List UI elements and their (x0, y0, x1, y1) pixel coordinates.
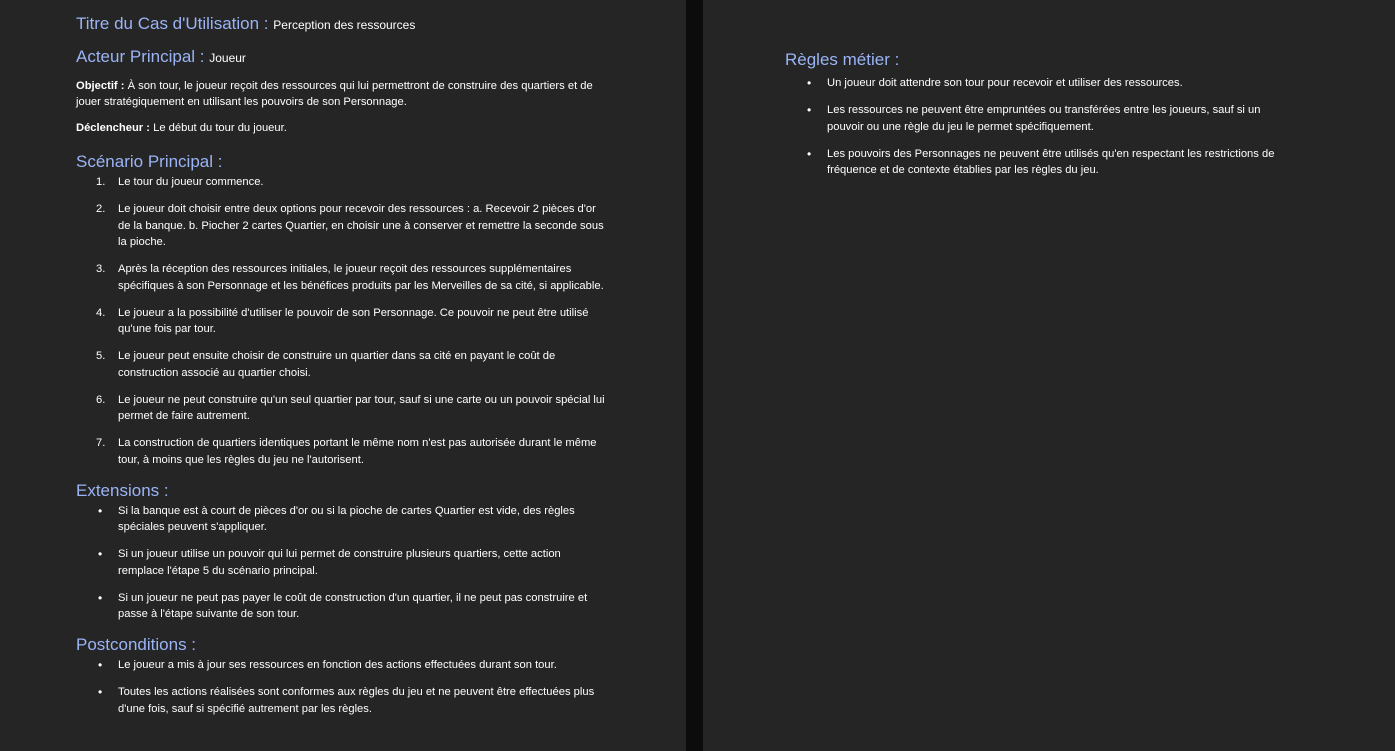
list-item: • Si la banque est à court de pièces d'or… (76, 503, 606, 536)
list-item: 2. Le joueur doit choisir entre deux opti… (76, 201, 606, 251)
primary-actor-label: Acteur Principal : (76, 47, 205, 66)
list-item-text: Toutes les actions réalisées sont confor… (118, 686, 595, 715)
primary-actor-value: Joueur (209, 51, 246, 65)
list-item-text: Après la réception des ressources initia… (118, 263, 604, 292)
list-item: • Le joueur a mis à jour ses ressources e… (76, 657, 606, 674)
postconditions-list: • Le joueur a mis à jour ses ressources e… (76, 657, 686, 717)
list-item: 6. Le joueur ne peut construire qu'un seu… (76, 392, 606, 425)
trigger-text: Le début du tour du joueur. (153, 122, 287, 134)
list-item-text: Le joueur doit choisir entre deux option… (118, 203, 604, 248)
business-rules-heading: Règles métier : (785, 50, 900, 69)
list-item: • Si un joueur ne peut pas payer le coût … (76, 590, 606, 623)
postconditions-heading: Postconditions : (76, 635, 197, 654)
list-number: 3. (96, 263, 106, 275)
objective-paragraph: Objectif : À son tour, le joueur reçoit … (76, 78, 606, 110)
bullet-icon: • (98, 685, 103, 699)
list-number: 6. (96, 393, 106, 406)
list-item: 5. Le joueur peut ensuite choisir de cons… (76, 348, 606, 381)
list-number: 4. (96, 306, 106, 319)
list-item-text: Un joueur doit attendre son tour pour re… (827, 77, 1183, 89)
extensions-list: • Si la banque est à court de pièces d'or… (76, 503, 686, 623)
list-item: 4. Le joueur a la possibilité d'utiliser … (76, 305, 606, 338)
list-number: 1. (96, 176, 106, 188)
list-item-text: Le tour du joueur commence. (118, 176, 264, 188)
list-item-text: Si un joueur utilise un pouvoir qui lui … (118, 548, 561, 577)
extensions-heading: Extensions : (76, 480, 169, 500)
list-item-text: Si un joueur ne peut pas payer le coût d… (118, 591, 588, 621)
list-number: 2. (96, 203, 106, 215)
objective-label: Objectif : (76, 80, 125, 92)
use-case-title-value: Perception des ressources (273, 18, 416, 32)
list-item-text: La construction de quartiers identiques … (118, 437, 597, 466)
list-item: • Les pouvoirs des Personnages ne peuvent… (785, 146, 1297, 179)
bullet-icon: • (98, 590, 103, 605)
document-page-left: Titre du Cas d'Utilisation : Perception … (0, 0, 686, 751)
list-item-text: Les ressources ne peuvent être empruntée… (827, 104, 1261, 133)
list-item-text: Si la banque est à court de pièces d'or … (118, 504, 575, 534)
list-item-text: Le joueur a la possibilité d'utiliser le… (118, 306, 589, 336)
use-case-title-label: Titre du Cas d'Utilisation : (76, 14, 269, 33)
primary-actor: Acteur Principal : Joueur (76, 45, 686, 70)
list-item-text: Le joueur peut ensuite choisir de constr… (118, 350, 556, 379)
list-number: 5. (96, 350, 106, 362)
list-item: 7. La construction de quartiers identique… (76, 435, 606, 468)
list-item: • Toutes les actions réalisées sont confo… (76, 684, 606, 717)
list-item-text: Les pouvoirs des Personnages ne peuvent … (827, 147, 1275, 177)
list-number: 7. (96, 437, 106, 449)
bullet-icon: • (98, 503, 103, 518)
bullet-icon: • (807, 103, 812, 117)
use-case-title: Titre du Cas d'Utilisation : Perception … (76, 12, 686, 37)
list-item-text: Le joueur ne peut construire qu'un seul … (118, 393, 605, 423)
list-item-text: Le joueur a mis à jour ses ressources en… (118, 659, 557, 671)
list-item: 3. Après la réception des ressources init… (76, 261, 606, 294)
list-item: 1. Le tour du joueur commence. (76, 174, 606, 191)
list-item: • Les ressources ne peuvent être emprunté… (785, 102, 1297, 135)
bullet-icon: • (98, 547, 103, 561)
main-scenario-heading: Scénario Principal : (76, 152, 223, 171)
bullet-icon: • (807, 76, 812, 90)
list-item: • Si un joueur utilise un pouvoir qui lui… (76, 546, 606, 579)
list-item: • Un joueur doit attendre son tour pour r… (785, 75, 1297, 92)
trigger-label: Déclencheur : (76, 122, 150, 134)
business-rules-list: • Un joueur doit attendre son tour pour r… (785, 75, 1395, 179)
document-page-right: Règles métier : • Un joueur doit attendre… (703, 0, 1395, 751)
bullet-icon: • (98, 658, 103, 672)
main-scenario-list: 1. Le tour du joueur commence. 2. Le joueu… (76, 174, 686, 468)
objective-text: À son tour, le joueur reçoit des ressour… (76, 80, 593, 108)
bullet-icon: • (807, 146, 812, 161)
trigger-paragraph: Déclencheur : Le début du tour du joueur… (76, 120, 606, 136)
